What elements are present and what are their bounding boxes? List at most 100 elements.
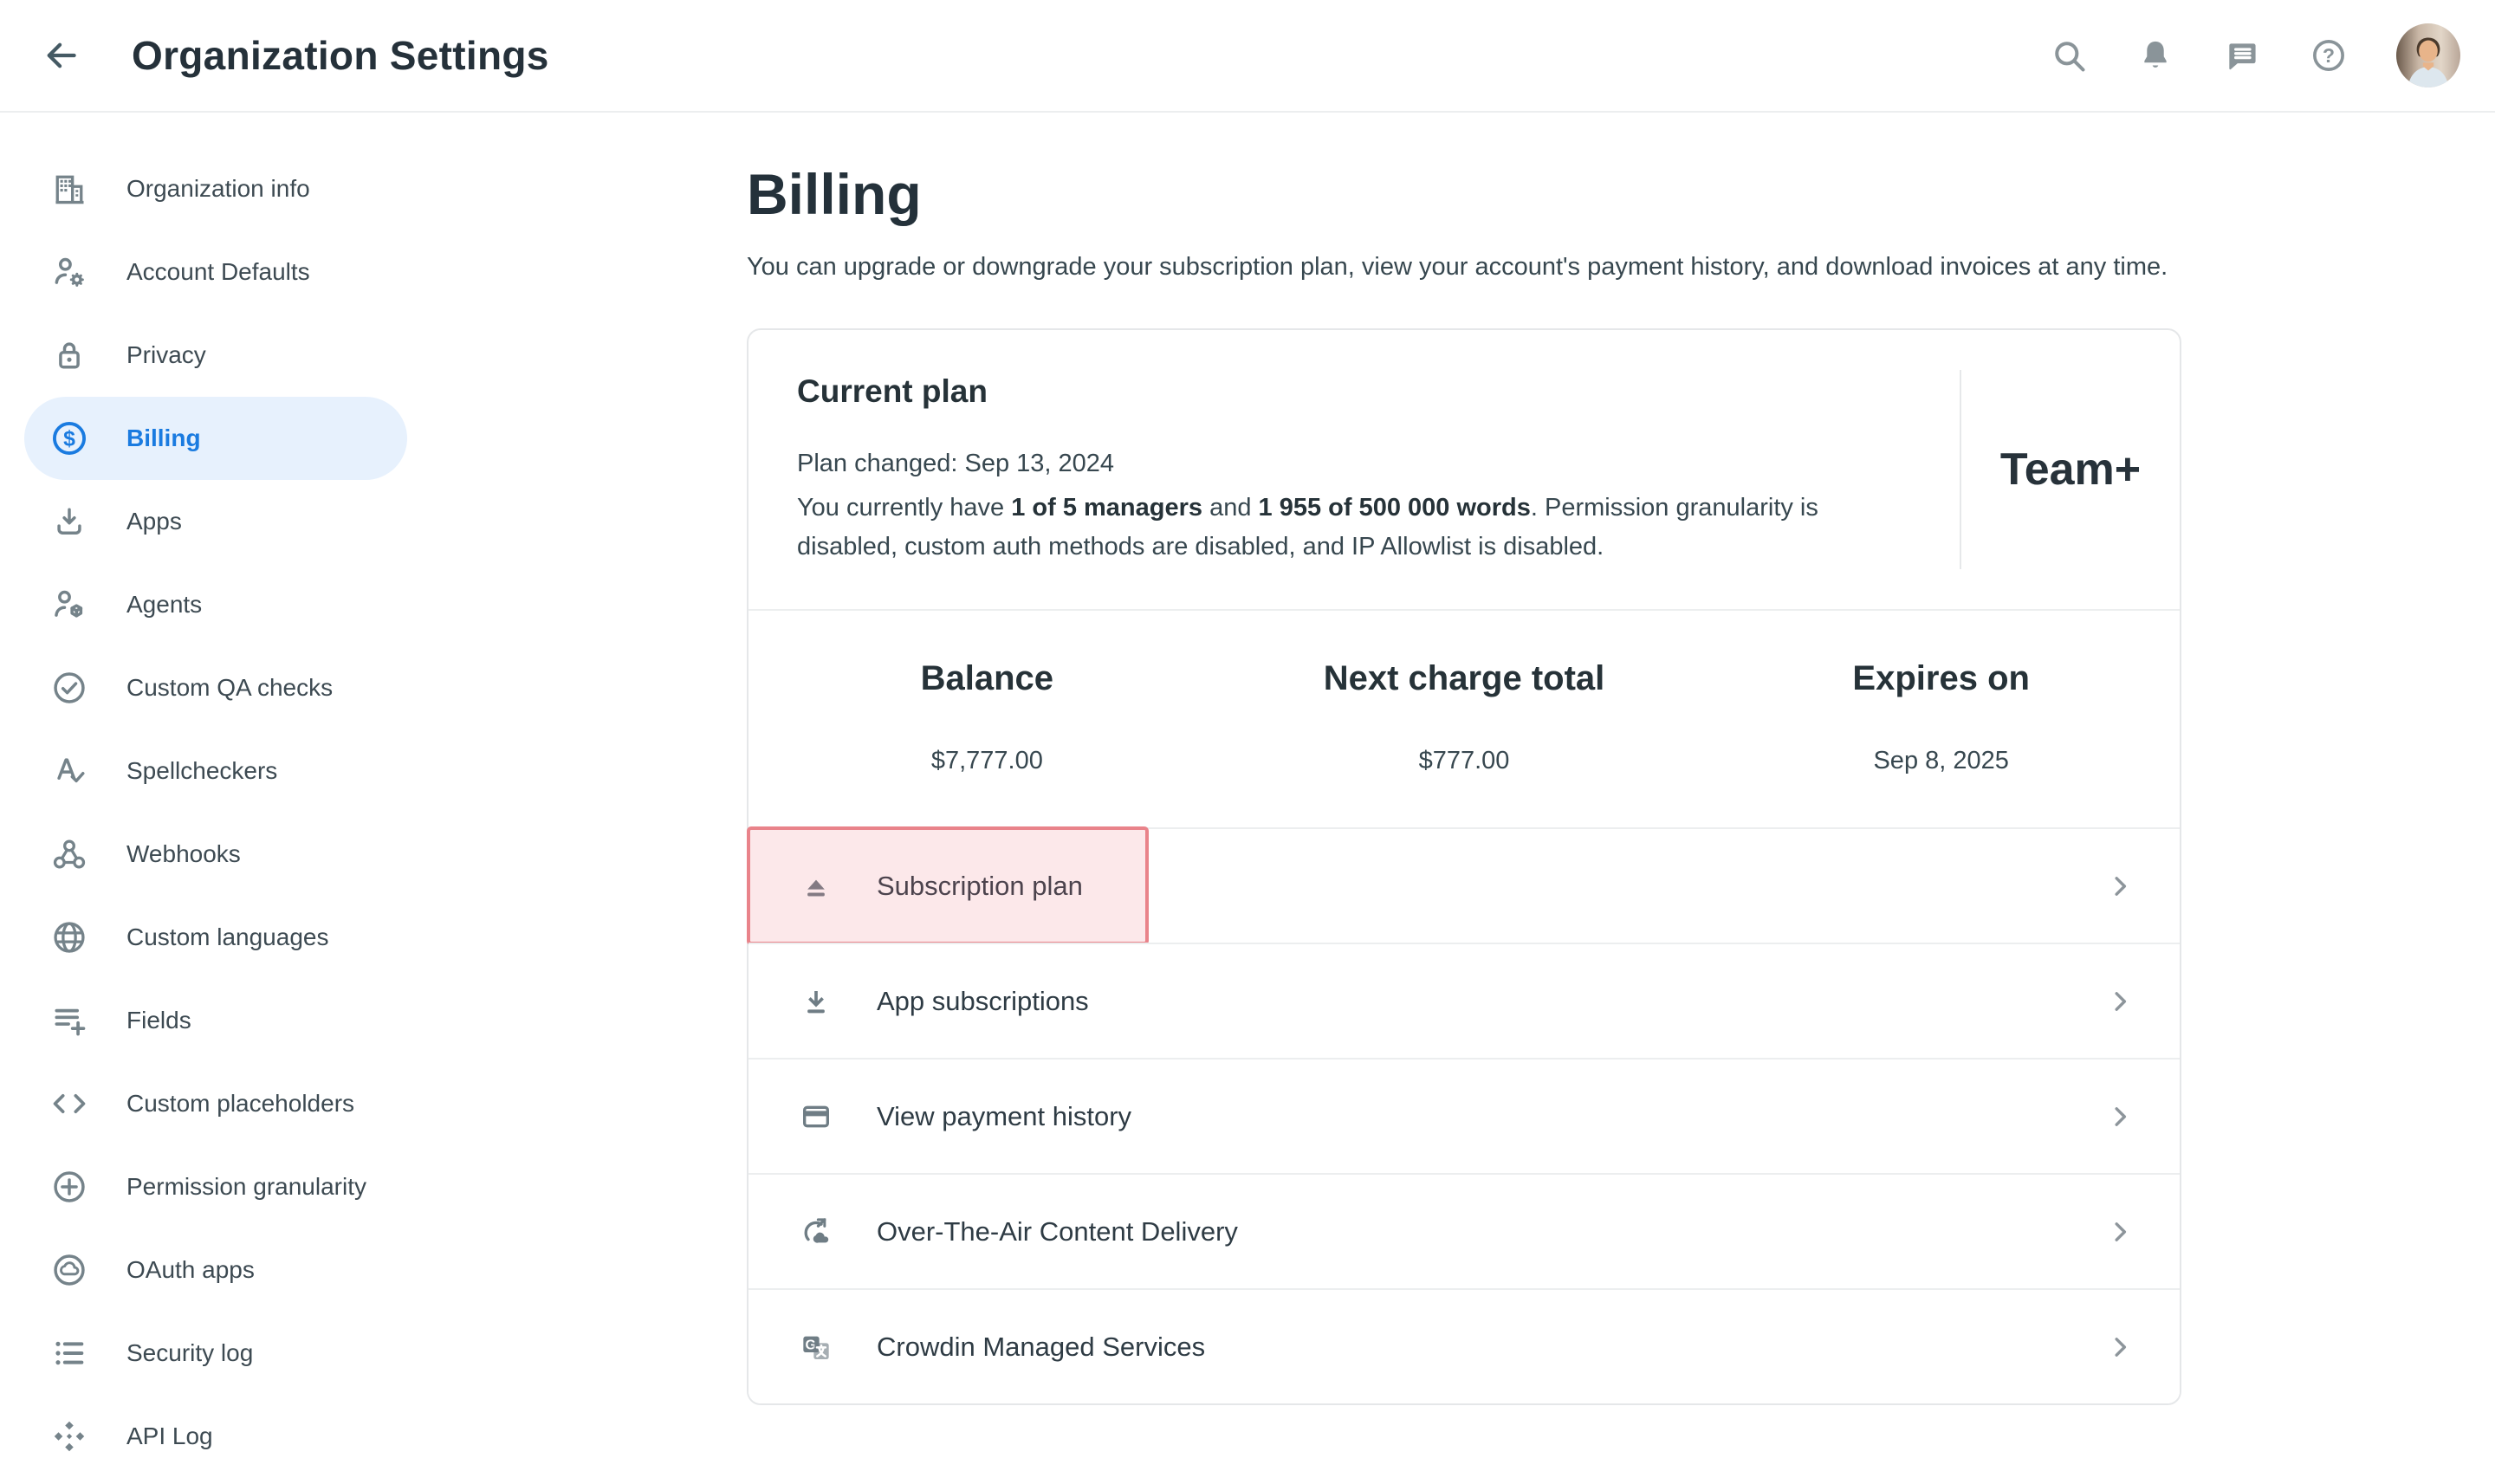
sidebar-item-custom-languages[interactable]: Custom languages <box>24 896 407 979</box>
row-label: Subscription plan <box>877 871 1083 902</box>
sidebar-item-label: Permission granularity <box>126 1173 366 1201</box>
download-tray-icon <box>50 502 88 541</box>
managers-usage: 1 of 5 managers <box>1011 494 1202 522</box>
main-content: Billing You can upgrade or downgrade you… <box>444 113 2495 1405</box>
sidebar-item-custom-qa-checks[interactable]: Custom QA checks <box>24 646 407 729</box>
list-icon <box>50 1334 88 1372</box>
sidebar-item-label: Fields <box>126 1007 191 1034</box>
building-icon <box>50 170 88 208</box>
balance-value: $7,777.00 <box>748 747 1226 775</box>
plan-name: Team+ <box>2000 444 2141 496</box>
sidebar-item-label: Agents <box>126 591 202 619</box>
sidebar-item-label: Custom QA checks <box>126 674 333 702</box>
header-actions: ? <box>2050 23 2460 87</box>
sidebar-item-billing[interactable]: $ Billing <box>24 397 407 480</box>
sidebar-item-custom-placeholders[interactable]: Custom placeholders <box>24 1062 407 1145</box>
help-icon[interactable]: ? <box>2310 36 2348 75</box>
sidebar-item-spellcheckers[interactable]: Spellcheckers <box>24 729 407 813</box>
chevron-right-icon <box>2105 1217 2135 1247</box>
sidebar-item-label: Apps <box>126 508 182 535</box>
row-app-subscriptions[interactable]: App subscriptions <box>748 943 2180 1058</box>
expires-on-column: Expires on Sep 8, 2025 <box>1702 611 2180 827</box>
next-charge-label: Next charge total <box>1226 659 1703 698</box>
check-circle-icon <box>50 669 88 707</box>
ota-sync-cloud-icon <box>799 1215 833 1249</box>
sidebar-item-privacy[interactable]: Privacy <box>24 314 407 397</box>
sidebar-item-label: Spellcheckers <box>126 757 277 785</box>
chevron-right-icon <box>2105 1332 2135 1362</box>
sidebar-item-label: Custom placeholders <box>126 1090 354 1118</box>
sidebar-item-permission-granularity[interactable]: Permission granularity <box>24 1145 407 1228</box>
credit-card-icon <box>799 1099 833 1134</box>
sidebar-item-label: Billing <box>126 424 201 452</box>
row-view-payment-history[interactable]: View payment history <box>748 1058 2180 1173</box>
row-ota-content-delivery[interactable]: Over-The-Air Content Delivery <box>748 1173 2180 1288</box>
sidebar-item-api-log[interactable]: API Log <box>24 1395 407 1478</box>
cloud-circle-icon <box>50 1251 88 1289</box>
globe-icon <box>50 918 88 956</box>
expires-on-label: Expires on <box>1702 659 2180 698</box>
sidebar-item-webhooks[interactable]: Webhooks <box>24 813 407 896</box>
sidebar-item-oauth-apps[interactable]: OAuth apps <box>24 1228 407 1312</box>
page-title: Billing <box>747 161 2181 227</box>
current-plan-section: Current plan Plan changed: Sep 13, 2024 … <box>748 330 2180 609</box>
translate-icon: G <box>799 1330 833 1364</box>
eject-icon <box>799 869 833 904</box>
row-label: Over-The-Air Content Delivery <box>877 1216 1238 1247</box>
page-description: You can upgrade or downgrade your subscr… <box>747 253 2181 282</box>
svg-text:$: $ <box>63 428 75 451</box>
plan-name-panel: Team+ <box>1960 370 2180 569</box>
notifications-bell-icon[interactable] <box>2136 36 2174 75</box>
code-brackets-icon <box>50 1085 88 1123</box>
next-charge-column: Next charge total $777.00 <box>1226 611 1703 827</box>
back-button[interactable] <box>38 33 83 78</box>
messages-icon[interactable] <box>2223 36 2261 75</box>
user-cube-icon <box>50 586 88 624</box>
billing-summary: Balance $7,777.00 Next charge total $777… <box>748 609 2180 827</box>
sidebar-item-apps[interactable]: Apps <box>24 480 407 563</box>
row-crowdin-managed-services[interactable]: G Crowdin Managed Services <box>748 1288 2180 1403</box>
sidebar-item-label: OAuth apps <box>126 1256 255 1284</box>
words-usage: 1 955 of 500 000 words <box>1259 494 1531 522</box>
next-charge-value: $777.00 <box>1226 747 1703 775</box>
sidebar-item-account-defaults[interactable]: Account Defaults <box>24 230 407 314</box>
webhook-icon <box>50 835 88 873</box>
page-header-title: Organization Settings <box>132 32 549 79</box>
sidebar-item-label: Custom languages <box>126 923 328 951</box>
current-plan-heading: Current plan <box>797 373 1925 410</box>
row-label: View payment history <box>877 1101 1131 1132</box>
chevron-right-icon <box>2105 987 2135 1016</box>
user-gear-icon <box>50 253 88 291</box>
playlist-add-icon <box>50 1001 88 1040</box>
row-subscription-plan[interactable]: Subscription plan <box>748 827 2180 943</box>
avatar[interactable] <box>2396 23 2460 87</box>
sidebar-item-label: Webhooks <box>126 840 241 868</box>
app-header: Organization Settings ? <box>0 0 2495 113</box>
row-label: App subscriptions <box>877 986 1089 1017</box>
sidebar-item-security-log[interactable]: Security log <box>24 1312 407 1395</box>
balance-column: Balance $7,777.00 <box>748 611 1226 827</box>
svg-text:?: ? <box>2323 44 2335 67</box>
sidebar-item-label: API Log <box>126 1422 213 1450</box>
search-icon[interactable] <box>2050 36 2088 75</box>
sidebar-item-label: Security log <box>126 1339 253 1367</box>
plan-usage-text: You currently have 1 of 5 managers and 1… <box>797 489 1925 567</box>
diamonds-icon <box>50 1417 88 1455</box>
settings-sidebar: Organization info Account Defaults Priva… <box>0 113 444 1478</box>
sidebar-item-fields[interactable]: Fields <box>24 979 407 1062</box>
sidebar-item-label: Account Defaults <box>126 258 310 286</box>
sidebar-item-organization-info[interactable]: Organization info <box>24 147 407 230</box>
lock-icon <box>50 336 88 374</box>
back-arrow-icon <box>42 36 80 75</box>
plus-circle-icon <box>50 1168 88 1206</box>
billing-card: Current plan Plan changed: Sep 13, 2024 … <box>747 328 2181 1405</box>
sidebar-item-agents[interactable]: Agents <box>24 563 407 646</box>
download-icon <box>799 984 833 1019</box>
chevron-right-icon <box>2105 1102 2135 1131</box>
dollar-circle-icon: $ <box>50 419 88 457</box>
expires-on-value: Sep 8, 2025 <box>1702 747 2180 775</box>
sidebar-item-label: Privacy <box>126 341 206 369</box>
balance-label: Balance <box>748 659 1226 698</box>
chevron-right-icon <box>2105 872 2135 901</box>
sidebar-item-label: Organization info <box>126 175 310 203</box>
